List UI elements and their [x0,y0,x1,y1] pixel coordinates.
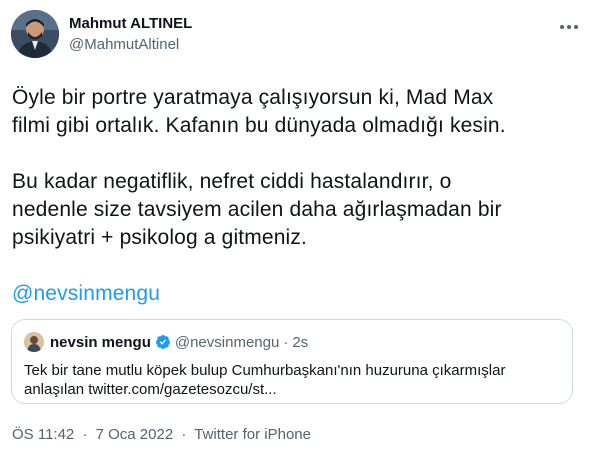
author-display-name[interactable]: Mahmut ALTINEL [69,14,192,33]
tweet-line: psikiyatri + psikolog a gitmeniz. [12,226,307,249]
quoted-author-handle[interactable]: @nevsinmengu [175,334,279,351]
separator-dot: · [82,426,88,443]
separator-dot: · [181,426,187,443]
mention-link[interactable]: @nevsinmengu [12,282,160,305]
separator-dot: · [283,333,289,351]
quoted-tweet-line: anlaşılan twitter.com/gazetesozcu/st... [24,381,277,398]
quoted-tweet-time[interactable]: 2s [292,334,308,351]
tweet-line: Bu kadar negatiflik, nefret ciddi hastal… [12,170,452,193]
tweet-line: nedenle size tavsiyem acilen daha ağırla… [12,198,502,221]
tweet-time[interactable]: ÖS 11:42 [12,426,74,443]
tweet-line: filmi gibi ortalık. Kafanın bu dünyada o… [12,114,506,137]
tweet-source[interactable]: Twitter for iPhone [194,426,311,443]
verified-badge-icon [155,335,170,349]
author-handle[interactable]: @MahmutAltinel [69,35,192,54]
quoted-tweet-text: Tek bir tane mutlu köpek bulup Cumhurbaş… [24,361,564,399]
quoted-tweet[interactable]: nevsin mengu @nevsinmengu · 2s Tek bir t… [11,319,573,404]
more-options-icon[interactable] [557,18,581,36]
tweet-metadata: ÖS 11:42 · 7 Oca 2022 · Twitter for iPho… [12,426,311,443]
author-info: Mahmut ALTINEL @MahmutAltinel [69,14,192,54]
quoted-tweet-header: nevsin mengu @nevsinmengu · 2s [24,332,308,352]
quoted-tweet-line: Tek bir tane mutlu köpek bulup Cumhurbaş… [24,362,506,379]
tweet-line: Öyle bir portre yaratmaya çalışıyorsun k… [12,86,494,109]
tweet-date[interactable]: 7 Oca 2022 [96,426,174,443]
quoted-author-avatar[interactable] [24,332,44,352]
author-avatar[interactable] [11,10,59,58]
tweet-text: Öyle bir portre yaratmaya çalışıyorsun k… [12,84,584,308]
quoted-author-name[interactable]: nevsin mengu [50,334,151,351]
tweet-card: Mahmut ALTINEL @MahmutAltinel Öyle bir p… [0,0,593,455]
